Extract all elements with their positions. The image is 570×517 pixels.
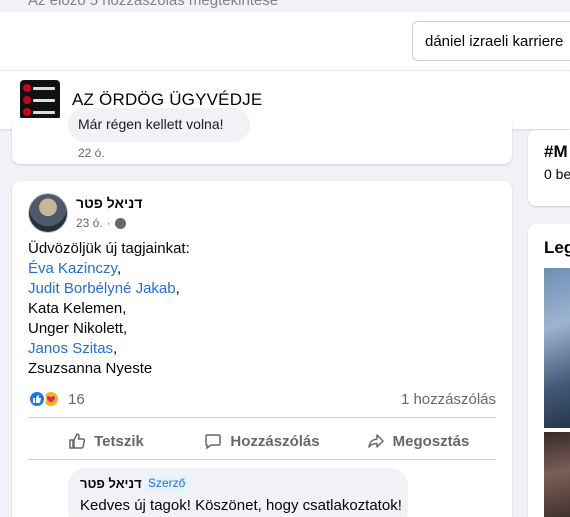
right-card-popular: Leg <box>528 224 570 517</box>
post-meta: 23 ó. · <box>76 216 126 230</box>
comment-bubble: דניאל פטר Szerző Kedves új tagok! Köszön… <box>68 468 408 517</box>
right-card-photo[interactable] <box>544 268 570 428</box>
commenter-avatar[interactable] <box>28 193 68 233</box>
comment-count[interactable]: 1 hozzászólás <box>401 391 496 408</box>
like-reaction-icon <box>28 390 46 408</box>
share-label: Megosztás <box>392 432 470 450</box>
like-button[interactable]: Tetszik <box>28 423 184 459</box>
member-link[interactable]: Éva Kazinczy <box>28 260 117 277</box>
comment-icon <box>205 434 222 450</box>
thumbs-up-icon <box>69 433 86 449</box>
previous-comment-text: Már régen kellett volna! <box>78 116 224 132</box>
right-card-hashtags: #M 0 be <box>528 130 570 206</box>
body-line: Zsuzsanna Nyeste <box>28 360 153 377</box>
right-card-photo[interactable] <box>544 432 570 517</box>
group-title[interactable]: AZ ÖRDÖG ÜGYVÉDJE <box>72 90 262 110</box>
view-previous-comments-link[interactable]: Az előző 5 hozzászólás megtekintése <box>28 0 278 9</box>
body-line: Unger Nikolett, <box>28 320 128 337</box>
post-body: Üdvözöljük új tagjainkat: Éva Kazinczy, … <box>28 239 498 379</box>
body-line: Judit Borbélyné Jakab, <box>28 280 180 297</box>
share-icon <box>367 434 384 448</box>
member-link[interactable]: Janos Szitas <box>28 340 113 357</box>
body-line: Janos Szitas, <box>28 340 118 357</box>
body-line: Éva Kazinczy, <box>28 260 122 277</box>
like-label: Tetszik <box>94 432 144 450</box>
right-card-title: Leg <box>544 238 570 257</box>
post-actions: Tetszik Hozzászólás Megosztás <box>28 423 496 459</box>
divider <box>28 459 496 460</box>
group-thumbnail[interactable] <box>20 80 60 120</box>
member-link[interactable]: Judit Borbélyné Jakab <box>28 280 176 297</box>
comment-text: Kedves új tagok! Köszönet, hogy csatlako… <box>80 497 402 514</box>
comment-author[interactable]: דניאל פטר <box>80 476 142 491</box>
author-name[interactable]: דניאל פטר <box>76 195 142 211</box>
body-line: Kata Kelemen, <box>28 300 127 317</box>
reaction-count: 16 <box>68 390 85 408</box>
body-line: Üdvözöljük új tagjainkat: <box>28 240 190 257</box>
previous-comment-time[interactable]: 22 ó. <box>78 146 105 160</box>
globe-icon <box>114 217 126 229</box>
meta-separator: · <box>106 216 111 230</box>
reaction-summary[interactable]: 16 <box>28 390 85 408</box>
hashtag-subtext: 0 be <box>544 166 570 182</box>
share-button[interactable]: Megosztás <box>340 423 496 459</box>
comment-label: Hozzászólás <box>230 432 320 450</box>
post-card: דניאל פטר 23 ó. · Üdvözöljük új tagjaink… <box>12 181 512 517</box>
post-time[interactable]: 23 ó. <box>76 216 103 230</box>
author-badge: Szerző <box>144 474 190 492</box>
previous-comment-bubble: Már régen kellett volna! <box>68 108 250 142</box>
search-input[interactable] <box>412 21 570 61</box>
previous-post-card: Már régen kellett volna! 22 ó. <box>12 108 512 164</box>
comment-button[interactable]: Hozzászólás <box>184 423 340 459</box>
hashtag-title[interactable]: #M <box>544 142 568 162</box>
divider <box>28 417 496 418</box>
search-bar <box>0 12 570 72</box>
